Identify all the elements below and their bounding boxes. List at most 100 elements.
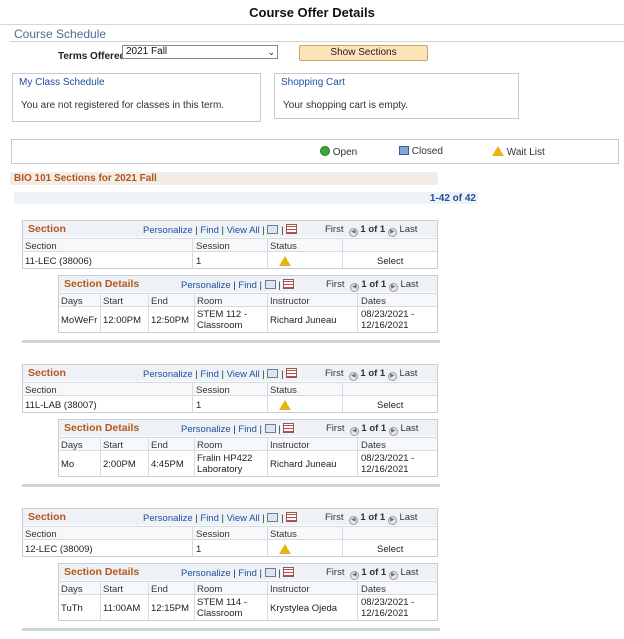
- room-line-2: Laboratory: [197, 464, 243, 475]
- start-value: 11:00AM: [103, 603, 141, 614]
- col-section: Section: [25, 529, 57, 540]
- download-grid-icon[interactable]: [286, 368, 298, 378]
- dates-line-2: 12/16/2021: [361, 320, 409, 331]
- download-grid-icon[interactable]: [286, 512, 298, 522]
- find-link[interactable]: Find: [200, 513, 218, 524]
- find-link[interactable]: Find: [238, 568, 256, 579]
- personalize-link[interactable]: Personalize: [143, 225, 193, 236]
- legend-closed: Closed: [399, 146, 443, 157]
- section-details-title: Section Details: [64, 422, 140, 434]
- show-sections-button[interactable]: Show Sections: [299, 45, 428, 61]
- section-link[interactable]: 12-LEC (38009): [25, 544, 93, 555]
- days-value: TuTh: [61, 603, 83, 614]
- first-label[interactable]: First: [325, 368, 343, 379]
- view-all-link[interactable]: View All: [227, 225, 260, 236]
- last-label[interactable]: Last: [400, 567, 418, 578]
- days-value: MoWeFr: [61, 315, 98, 326]
- select-button[interactable]: Select: [377, 256, 403, 267]
- zoom-grid-icon[interactable]: [264, 568, 276, 577]
- room-line-1: Fralin HP422: [197, 453, 253, 464]
- title-divider: [0, 24, 624, 25]
- find-link[interactable]: Find: [200, 225, 218, 236]
- download-grid-icon[interactable]: [283, 423, 295, 433]
- col-end: End: [151, 584, 168, 595]
- instructor-value: Richard Juneau: [270, 459, 337, 470]
- section-link[interactable]: 11L-LAB (38007): [25, 400, 97, 411]
- grid-pager: First ◀ 1 of 1 ▶ Last: [325, 368, 417, 381]
- legend-wait-list: Wait List: [492, 146, 545, 158]
- next-arrow-icon[interactable]: ▶: [387, 372, 397, 381]
- personalize-link[interactable]: Personalize: [181, 280, 231, 291]
- find-link[interactable]: Find: [238, 424, 256, 435]
- previous-arrow-icon[interactable]: ◀: [349, 571, 359, 580]
- legend-open-label: Open: [332, 147, 358, 158]
- previous-arrow-icon[interactable]: ◀: [348, 228, 358, 237]
- personalize-link[interactable]: Personalize: [143, 513, 193, 524]
- find-link[interactable]: Find: [238, 280, 256, 291]
- view-all-link[interactable]: View All: [227, 513, 260, 524]
- next-arrow-icon[interactable]: ▶: [387, 516, 397, 525]
- section-link[interactable]: 11-LEC (38006): [25, 256, 92, 267]
- details-toolbar: Personalize | Find | |: [181, 567, 295, 579]
- personalize-link[interactable]: Personalize: [181, 568, 231, 579]
- first-label[interactable]: First: [326, 423, 344, 434]
- view-all-link[interactable]: View All: [227, 369, 260, 380]
- last-label[interactable]: Last: [400, 423, 418, 434]
- shopping-cart-link[interactable]: Shopping Cart: [281, 77, 345, 88]
- next-arrow-icon[interactable]: ▶: [388, 283, 398, 292]
- zoom-grid-icon[interactable]: [267, 369, 279, 378]
- details-pager: First ◀ 1 of 1 ▶ Last: [326, 423, 418, 436]
- grid-toolbar: Personalize | Find | View All | |: [143, 512, 298, 524]
- col-section: Section: [25, 385, 57, 396]
- section-details-title: Section Details: [64, 278, 140, 290]
- zoom-grid-icon[interactable]: [264, 424, 276, 433]
- first-label[interactable]: First: [325, 224, 343, 235]
- col-room: Room: [197, 296, 223, 307]
- results-count: 1-42 of 42: [429, 193, 476, 204]
- select-button[interactable]: Select: [377, 544, 403, 555]
- find-link[interactable]: Find: [200, 369, 218, 380]
- section-details-grid: Section Details Personalize | Find | | F…: [58, 275, 438, 333]
- previous-arrow-icon[interactable]: ◀: [348, 372, 358, 381]
- download-grid-icon[interactable]: [286, 224, 298, 234]
- download-grid-icon[interactable]: [283, 279, 295, 289]
- zoom-grid-icon[interactable]: [264, 280, 276, 289]
- select-button[interactable]: Select: [377, 400, 403, 411]
- page-indicator: 1 of 1: [360, 512, 386, 523]
- my-class-schedule-link[interactable]: My Class Schedule: [19, 77, 105, 88]
- course-schedule-heading: Course Schedule: [14, 27, 107, 41]
- details-toolbar: Personalize | Find | |: [181, 423, 295, 435]
- col-days: Days: [61, 440, 83, 451]
- personalize-link[interactable]: Personalize: [181, 424, 231, 435]
- next-arrow-icon[interactable]: ▶: [388, 571, 398, 580]
- last-label[interactable]: Last: [400, 279, 418, 290]
- first-label[interactable]: First: [326, 567, 344, 578]
- end-value: 12:15PM: [151, 603, 190, 614]
- end-value: 12:50PM: [151, 315, 190, 326]
- zoom-grid-icon[interactable]: [267, 225, 279, 234]
- zoom-grid-icon[interactable]: [267, 513, 279, 522]
- terms-offered-select[interactable]: 2021 Fall ⌄: [122, 45, 278, 59]
- last-label[interactable]: Last: [399, 512, 417, 523]
- first-label[interactable]: First: [325, 512, 343, 523]
- schedule-divider: [10, 41, 624, 42]
- next-arrow-icon[interactable]: ▶: [388, 427, 398, 436]
- last-label[interactable]: Last: [399, 368, 417, 379]
- col-session: Session: [196, 385, 230, 396]
- previous-arrow-icon[interactable]: ◀: [349, 283, 359, 292]
- dates-line-1: 08/23/2021 -: [361, 309, 415, 320]
- first-label[interactable]: First: [326, 279, 344, 290]
- grid-pager: First ◀ 1 of 1 ▶ Last: [325, 224, 417, 237]
- previous-arrow-icon[interactable]: ◀: [348, 516, 358, 525]
- personalize-link[interactable]: Personalize: [143, 369, 193, 380]
- section-grid-title: Section: [28, 511, 66, 523]
- details-column-header: Days Start End Room Instructor Dates: [59, 437, 437, 451]
- next-arrow-icon[interactable]: ▶: [387, 228, 397, 237]
- previous-arrow-icon[interactable]: ◀: [349, 427, 359, 436]
- download-grid-icon[interactable]: [283, 567, 295, 577]
- wait-list-triangle-icon: [279, 256, 291, 266]
- col-instructor: Instructor: [270, 584, 310, 595]
- last-label[interactable]: Last: [399, 224, 417, 235]
- grid-pager: First ◀ 1 of 1 ▶ Last: [325, 512, 417, 525]
- col-start: Start: [103, 440, 124, 451]
